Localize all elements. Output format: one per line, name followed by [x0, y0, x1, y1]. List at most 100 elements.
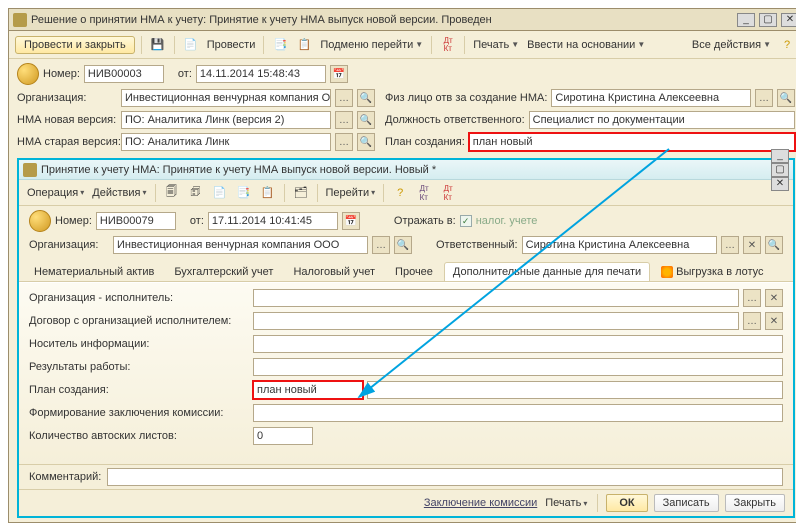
dtkt-icon[interactable]: ДтКт [438, 35, 458, 55]
print-menu[interactable]: Печать▼ [471, 39, 521, 51]
number-field[interactable]: НИВ00003 [84, 65, 164, 83]
conclusion-link[interactable]: Заключение комиссии [424, 497, 537, 509]
inner-plan-label: План создания: [29, 384, 249, 396]
media-field[interactable] [253, 335, 783, 353]
outer-titlebar: Решение о принятии НМА к учету: Принятие… [9, 9, 796, 31]
results-label: Результаты работы: [29, 361, 249, 373]
calendar-button[interactable]: 📅 [330, 65, 348, 83]
results-field[interactable] [253, 358, 783, 376]
contract-x[interactable]: ✕ [765, 312, 783, 330]
tb-icon-6[interactable]: 🗂 [291, 183, 311, 203]
based-on-menu[interactable]: Ввести на основании▼ [525, 39, 647, 51]
inner-org-open[interactable]: 🔍 [394, 236, 412, 254]
inner-plan-field[interactable]: план новый [253, 381, 363, 399]
inner-calendar-button[interactable]: 📅 [342, 212, 360, 230]
save-icon[interactable]: 💾 [148, 35, 168, 55]
goto-menu[interactable]: Перейти▾ [324, 187, 378, 199]
oldver-open-button[interactable]: 🔍 [357, 133, 375, 151]
resp-x[interactable]: ✕ [743, 236, 761, 254]
inner-toolbar: Операция▾ Действия▾ 🗐 🗊 📄 📑 📋 🗂 Перейти▾… [19, 180, 793, 206]
outer-window: Решение о принятии НМА к учету: Принятие… [8, 8, 796, 523]
tab-buh[interactable]: Бухгалтерский учет [165, 262, 282, 281]
ok-button[interactable]: ОК [606, 494, 647, 512]
org-exec-field[interactable] [253, 289, 739, 307]
inner-org-field[interactable]: Инвестиционная венчурная компания ООО [113, 236, 368, 254]
tab-other[interactable]: Прочее [386, 262, 442, 281]
maximize-button[interactable]: ▢ [759, 13, 777, 27]
inner-title: Принятие к учету НМА: Принятие к учету Н… [41, 164, 436, 176]
resp-open[interactable]: 🔍 [765, 236, 783, 254]
inner-number-field[interactable]: НИВ00079 [96, 212, 176, 230]
plan-field[interactable]: план новый [469, 133, 795, 151]
post-close-button[interactable]: Провести и закрыть [15, 36, 135, 54]
org-open-button[interactable]: 🔍 [357, 89, 375, 107]
newver-field[interactable]: ПО: Аналитика Линк (версия 2) [121, 111, 331, 129]
tab-nma[interactable]: Нематериальный актив [25, 262, 163, 281]
comment-field[interactable] [107, 468, 783, 486]
newver-select-button[interactable]: … [335, 111, 353, 129]
tab-tax[interactable]: Налоговый учет [284, 262, 384, 281]
inner-doc-icon [23, 163, 37, 177]
inner-titlebar: Принятие к учету НМА: Принятие к учету Н… [19, 160, 793, 180]
lotus-icon [661, 266, 673, 278]
inner-min-button[interactable]: _ [771, 149, 789, 163]
fiz-select-button[interactable]: … [755, 89, 773, 107]
conclusion-field[interactable] [253, 404, 783, 422]
copies-field[interactable]: 0 [253, 427, 313, 445]
fiz-field[interactable]: Сиротина Кристина Алексеевна [551, 89, 751, 107]
contract-sel[interactable]: … [743, 312, 761, 330]
action-icon-2[interactable]: 📋 [294, 35, 314, 55]
inner-max-button[interactable]: ▢ [771, 163, 789, 177]
tb-icon-3[interactable]: 📄 [210, 183, 230, 203]
window-title: Решение о принятии НМА к учету: Принятие… [31, 14, 492, 26]
post-icon[interactable]: 📄 [181, 35, 201, 55]
tb-icon-5[interactable]: 📋 [258, 183, 278, 203]
pos-field[interactable]: Специалист по документации [529, 111, 795, 129]
inner-footer: Заключение комиссии Печать▾ ОК Записать … [19, 489, 793, 516]
tax-checkbox[interactable]: ✓ [460, 215, 472, 227]
reflect-label: Отражать в: [394, 215, 456, 227]
submenu-goto[interactable]: Подменю перейти▼ [318, 39, 425, 51]
tb-icon-1[interactable]: 🗐 [162, 183, 182, 203]
tb-help-icon[interactable]: ? [390, 183, 410, 203]
resp-clear[interactable]: … [721, 236, 739, 254]
oldver-field[interactable]: ПО: Аналитика Линк [121, 133, 331, 151]
tb-icon-2[interactable]: 🗊 [186, 183, 206, 203]
fiz-open-button[interactable]: 🔍 [777, 89, 795, 107]
number-label: Номер: [43, 68, 80, 80]
save-button[interactable]: Записать [654, 494, 719, 512]
operation-menu[interactable]: Операция▾ [25, 187, 86, 199]
outer-toolbar: Провести и закрыть 💾 📄 Провести 📑 📋 Подм… [9, 31, 796, 59]
minimize-button[interactable]: _ [737, 13, 755, 27]
tab-lotus[interactable]: Выгрузка в лотус [652, 262, 772, 281]
org-label: Организация: [17, 92, 117, 104]
tab-print-data[interactable]: Дополнительные данные для печати [444, 262, 650, 281]
tb-dtkt-2[interactable]: ДтКт [438, 183, 458, 203]
org-exec-x[interactable]: ✕ [765, 289, 783, 307]
org-select-button[interactable]: … [335, 89, 353, 107]
close-button-inner[interactable]: Закрыть [725, 494, 785, 512]
actions-menu[interactable]: Действия▾ [90, 187, 148, 199]
org-exec-label: Организация - исполнитель: [29, 292, 249, 304]
all-actions-menu[interactable]: Все действия▼ [690, 39, 773, 51]
tb-dtkt-1[interactable]: ДтКт [414, 183, 434, 203]
action-icon-1[interactable]: 📑 [270, 35, 290, 55]
newver-open-button[interactable]: 🔍 [357, 111, 375, 129]
resp-field[interactable]: Сиротина Кристина Алексеевна [522, 236, 717, 254]
doc-big-icon [17, 63, 39, 85]
org-field[interactable]: Инвестиционная венчурная компания О... [121, 89, 331, 107]
tax-label: налог. учете [476, 215, 538, 227]
inner-plan-field-ext[interactable] [367, 381, 783, 399]
date-field[interactable]: 14.11.2014 15:48:43 [196, 65, 326, 83]
close-button[interactable]: ✕ [781, 13, 796, 27]
comment-label: Комментарий: [29, 471, 101, 483]
inner-org-select[interactable]: … [372, 236, 390, 254]
inner-date-field[interactable]: 17.11.2014 10:41:45 [208, 212, 338, 230]
post-button[interactable]: Провести [205, 39, 258, 51]
help-icon[interactable]: ? [777, 35, 796, 55]
tb-icon-4[interactable]: 📑 [234, 183, 254, 203]
print-menu-inner[interactable]: Печать▾ [543, 497, 589, 509]
oldver-select-button[interactable]: … [335, 133, 353, 151]
org-exec-sel[interactable]: … [743, 289, 761, 307]
contract-field[interactable] [253, 312, 739, 330]
